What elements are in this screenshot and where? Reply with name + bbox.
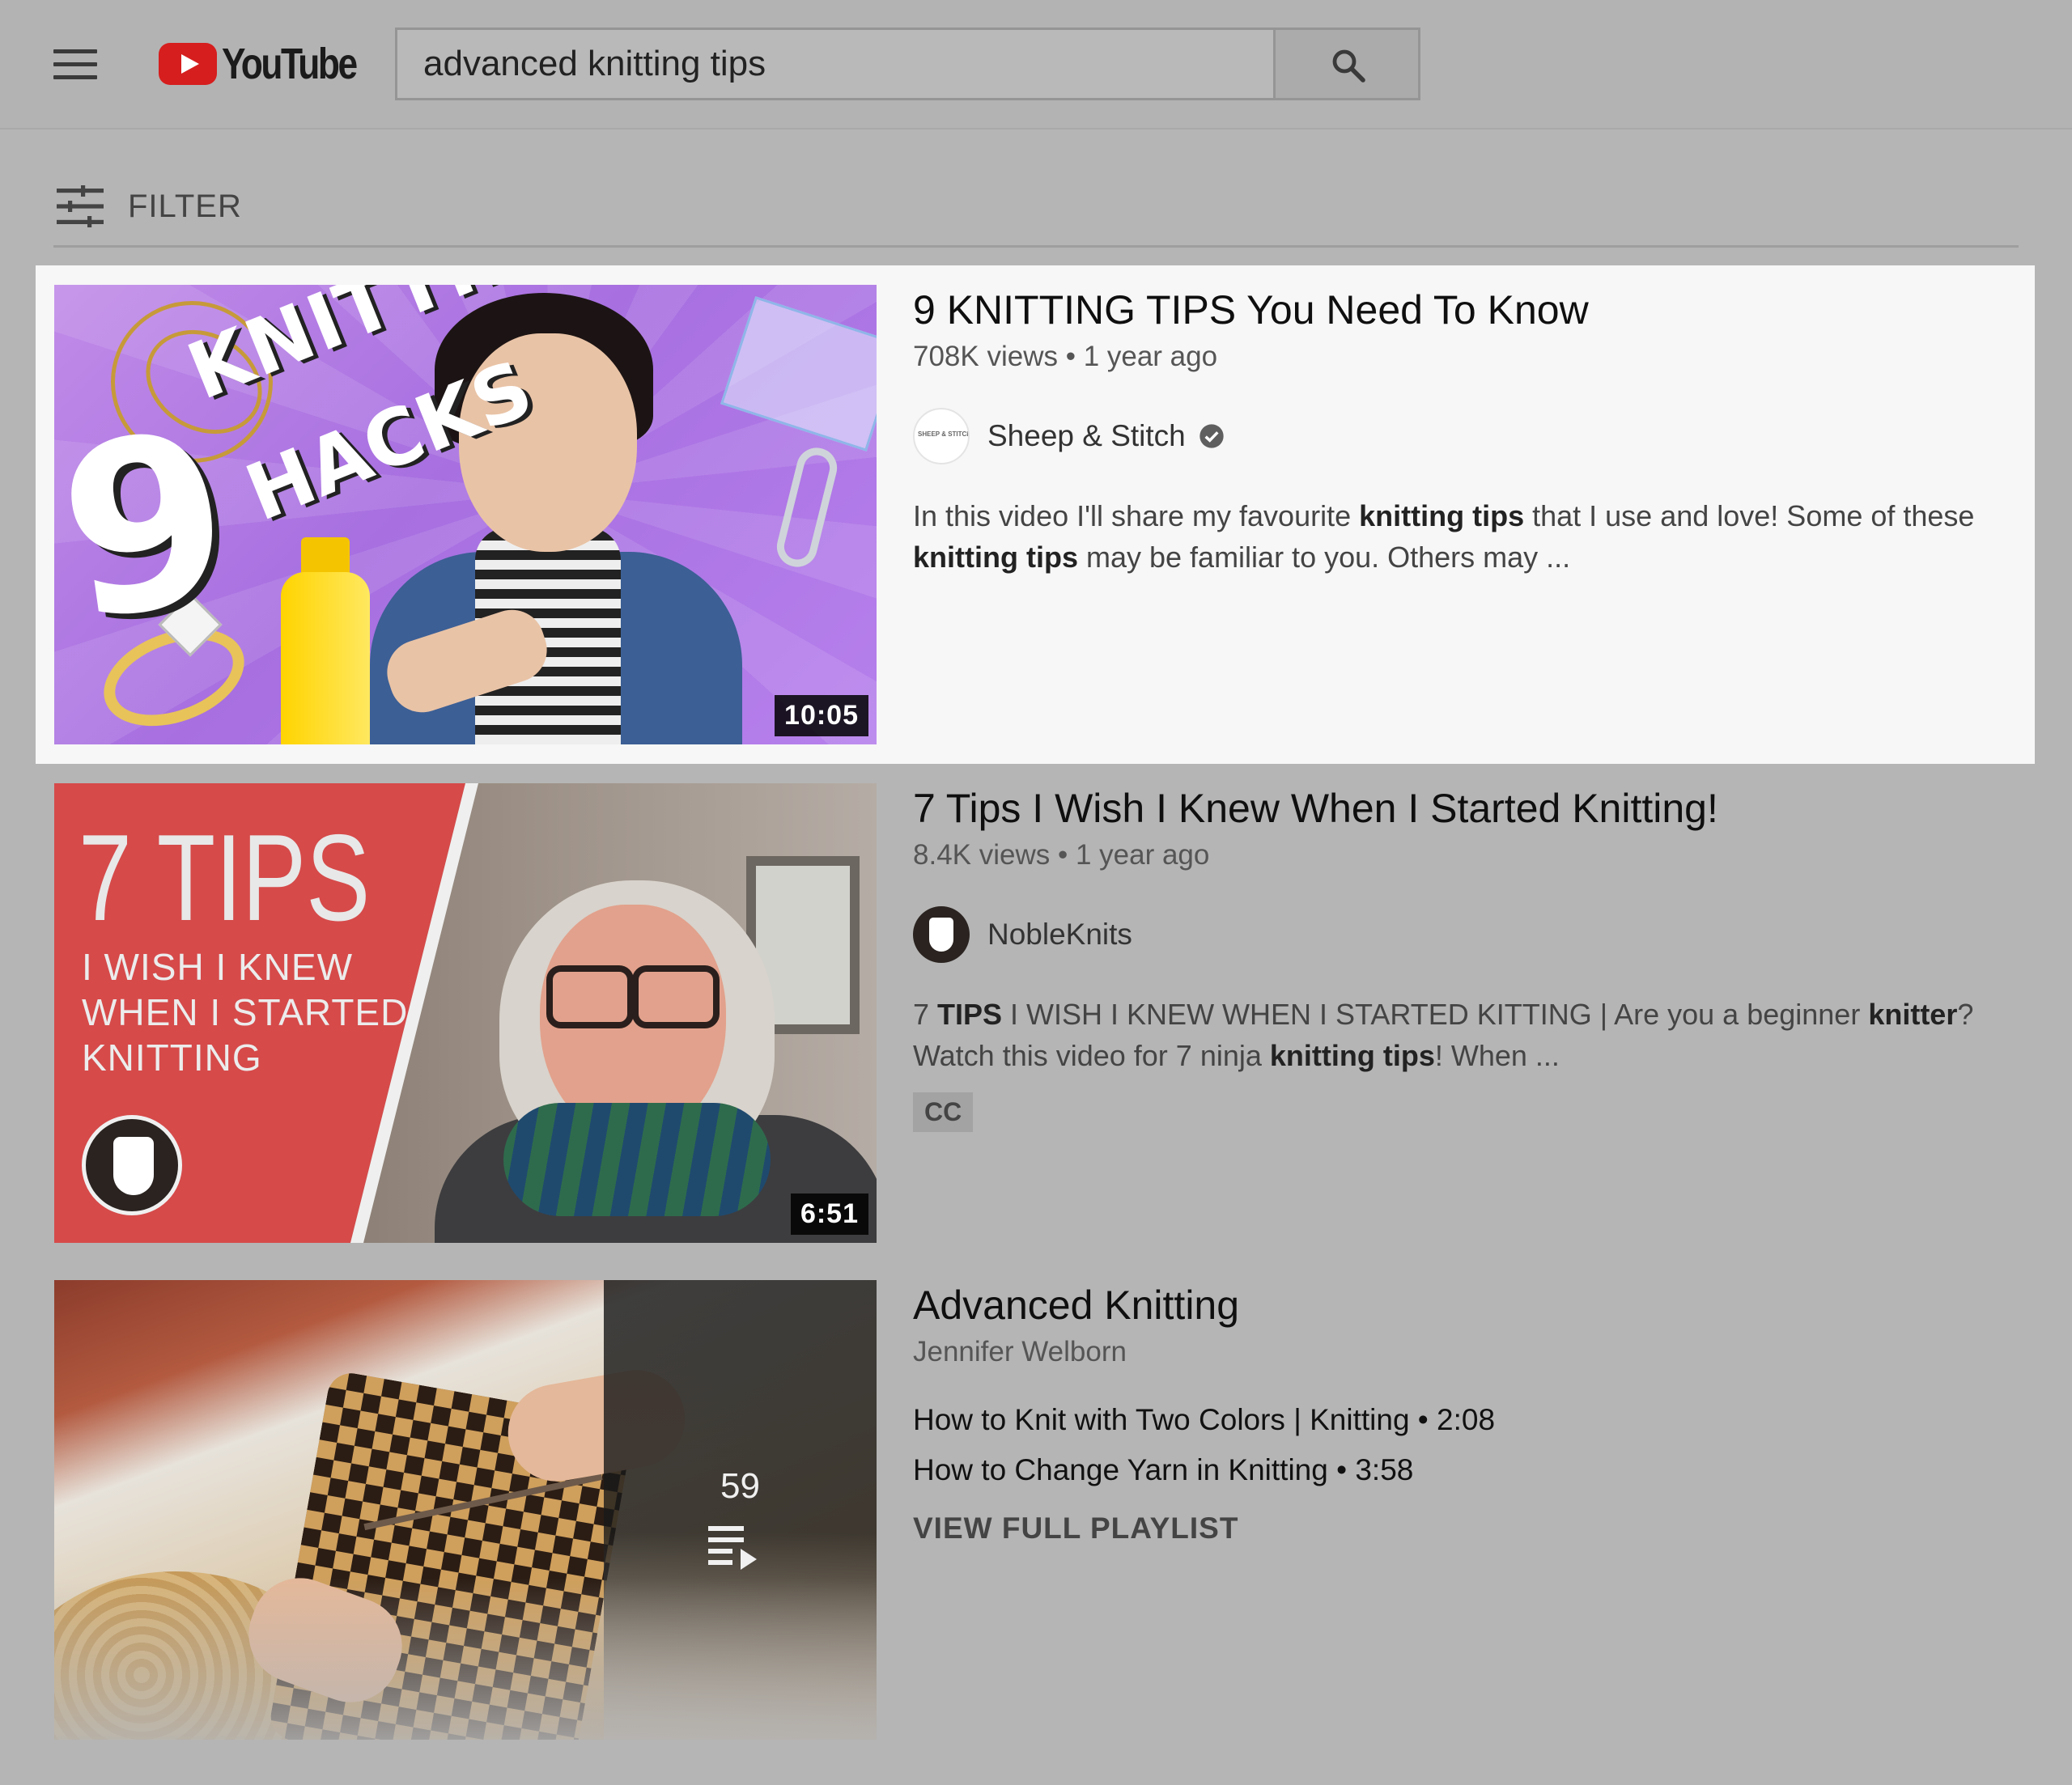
playlist-channel[interactable]: Jennifer Welborn (913, 1333, 1495, 1371)
playlist-item[interactable]: How to Knit with Two Colors | Knitting •… (913, 1395, 1495, 1445)
upload-age: 1 year ago (1075, 839, 1210, 871)
closed-captions-badge: CC (913, 1092, 974, 1132)
divider (53, 245, 2019, 248)
separator: • (1327, 1453, 1356, 1486)
video-result[interactable]: 7 TIPS I WISH I KNEW WHEN I STARTED KNIT… (36, 764, 2035, 1261)
hamburger-menu-icon[interactable] (53, 49, 97, 79)
video-duration: 10:05 (775, 695, 868, 736)
verified-icon (1199, 424, 1224, 448)
playlist-title[interactable]: Advanced Knitting (913, 1280, 1495, 1330)
video-title[interactable]: 7 Tips I Wish I Knew When I Started Knit… (913, 783, 2030, 833)
filter-sliders-icon (57, 185, 104, 227)
video-thumbnail[interactable]: 9 KNITTING HACKS 10:05 (54, 285, 877, 744)
separator: • (1409, 1403, 1437, 1436)
playlist-item-duration: 3:58 (1355, 1453, 1414, 1486)
video-meta: 8.4K views • 1 year ago (913, 837, 2030, 874)
youtube-logo[interactable]: YouTube (159, 40, 385, 88)
thumbnail-text: 9 (54, 380, 246, 674)
video-title[interactable]: 9 KNITTING TIPS You Need To Know (913, 285, 2030, 335)
thumbnail-text: 7 TIPS (79, 809, 371, 947)
playlist-icon (708, 1526, 757, 1570)
filter-button[interactable]: FILTER (57, 178, 242, 235)
channel-avatar[interactable] (913, 906, 970, 963)
youtube-play-icon (159, 43, 217, 85)
video-result[interactable]: 9 KNITTING HACKS 10:05 9 KNITTING TIPS Y… (36, 265, 2035, 764)
playlist-video-count: 59 (720, 1466, 760, 1506)
view-count: 8.4K views (913, 839, 1051, 871)
avatar-text: SHEEP & STITCH (918, 430, 970, 438)
search-button[interactable] (1273, 28, 1420, 100)
upload-age: 1 year ago (1083, 341, 1218, 372)
video-meta: 708K views • 1 year ago (913, 338, 2030, 375)
thumbnail-text: WHEN I STARTED (82, 991, 409, 1033)
video-thumbnail[interactable]: 7 TIPS I WISH I KNEW WHEN I STARTED KNIT… (54, 783, 877, 1243)
top-bar: YouTube advanced knitting tips (0, 0, 2072, 129)
filter-label: FILTER (128, 188, 242, 224)
thumbnail-text: KNITTING (82, 1037, 262, 1079)
channel-link[interactable]: NobleKnits (913, 906, 2030, 963)
thumbnail-text: I WISH I KNEW (82, 946, 353, 988)
separator: • (1057, 341, 1084, 372)
playlist-item-duration: 2:08 (1437, 1403, 1496, 1436)
channel-avatar[interactable]: SHEEP & STITCH (913, 408, 970, 464)
nobleknits-logo (82, 1115, 182, 1215)
playlist-thumbnail[interactable]: 59 (54, 1280, 877, 1740)
separator: • (1050, 839, 1076, 871)
search-icon (1332, 49, 1365, 83)
video-description: 7 TIPS I WISH I KNEW WHEN I STARTED KITT… (913, 998, 1974, 1072)
video-description: In this video I'll share my favourite kn… (913, 499, 1975, 574)
view-count: 708K views (913, 341, 1058, 372)
channel-name[interactable]: NobleKnits (987, 918, 1132, 952)
playlist-item[interactable]: How to Change Yarn in Knitting • 3:58 (913, 1445, 1495, 1495)
search-input[interactable]: advanced knitting tips (395, 28, 1276, 100)
channel-link[interactable]: SHEEP & STITCH Sheep & Stitch (913, 408, 2030, 464)
playlist-item-title: How to Knit with Two Colors | Knitting (913, 1403, 1410, 1436)
view-full-playlist-link[interactable]: VIEW FULL PLAYLIST (913, 1512, 1238, 1545)
playlist-result[interactable]: 59 Advanced Knitting Jennifer Welborn Ho… (36, 1261, 2035, 1762)
video-duration: 6:51 (790, 1194, 868, 1235)
playlist-item-title: How to Change Yarn in Knitting (913, 1453, 1328, 1486)
channel-name[interactable]: Sheep & Stitch (987, 419, 1186, 453)
logo-text: YouTube (222, 40, 358, 88)
